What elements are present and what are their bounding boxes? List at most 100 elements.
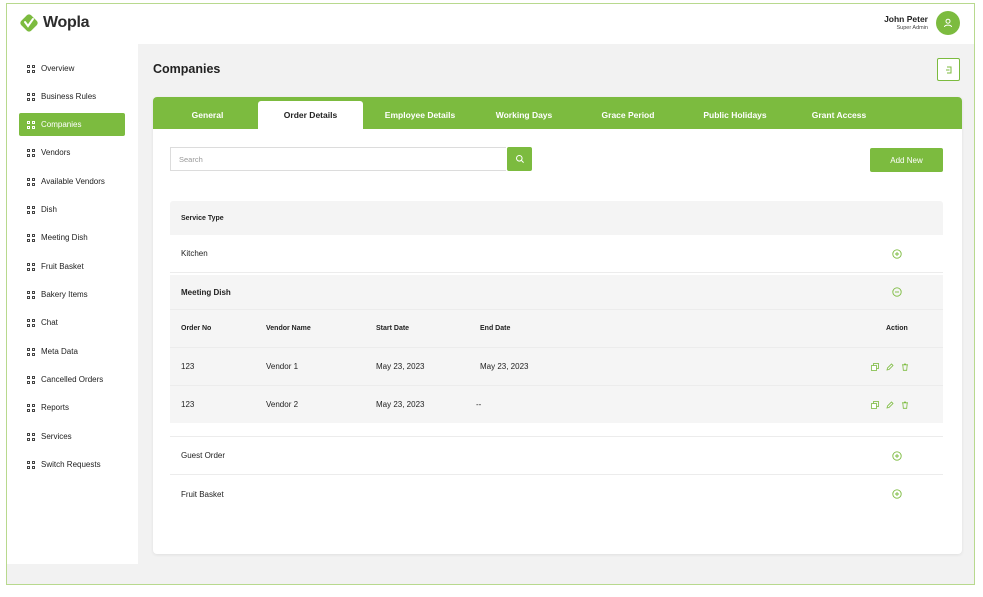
logo-icon	[20, 14, 38, 32]
sidebar-item-services[interactable]: Services	[19, 425, 125, 448]
grid-icon	[27, 233, 35, 242]
sidebar-item-chat[interactable]: Chat	[19, 311, 125, 334]
column-header-start-date: Start Date	[376, 325, 410, 332]
column-header-order-no: Order No	[181, 325, 212, 332]
sidebar: Overview Business Rules Companies Vendor…	[7, 44, 138, 564]
app-window: Wopla John Peter Super Admin Overview Bu…	[6, 3, 975, 585]
sidebar-item-label: Switch Requests	[41, 460, 101, 469]
logout-button[interactable]	[937, 58, 960, 81]
vendor-name: Vendor 1	[266, 362, 299, 371]
edit-icon[interactable]	[886, 400, 894, 409]
sidebar-item-cancelled-orders[interactable]: Cancelled Orders	[19, 368, 125, 391]
expand-icon[interactable]	[892, 450, 902, 461]
expand-icon[interactable]	[892, 489, 902, 499]
sidebar-item-overview[interactable]: Overview	[19, 57, 125, 80]
sidebar-item-companies[interactable]: Companies	[19, 113, 125, 136]
search-input[interactable]: Search	[170, 147, 506, 171]
sidebar-item-label: Bakery Items	[41, 290, 88, 299]
sidebar-item-label: Meta Data	[41, 347, 78, 356]
tab-general[interactable]: General	[165, 101, 250, 129]
sidebar-item-meeting-dish[interactable]: Meeting Dish	[19, 226, 125, 249]
tab-employee-details[interactable]: Employee Details	[367, 101, 473, 129]
tab-working-days[interactable]: Working Days	[477, 101, 571, 129]
logout-icon	[945, 66, 951, 73]
user-icon	[944, 18, 952, 28]
sub-table-row: 123 Vendor 1 May 23, 2023 May 23, 2023	[170, 348, 943, 386]
column-header-end-date: End Date	[480, 325, 511, 332]
sidebar-item-fruit-basket[interactable]: Fruit Basket	[19, 255, 125, 278]
sidebar-item-label: Fruit Basket	[41, 262, 84, 271]
sidebar-item-label: Cancelled Orders	[41, 375, 104, 384]
start-date: May 23, 2023	[376, 400, 425, 409]
tab-order-details[interactable]: Order Details	[258, 101, 363, 129]
grid-icon	[27, 64, 35, 73]
top-bar: Wopla John Peter Super Admin	[7, 4, 974, 44]
delete-icon[interactable]	[901, 401, 909, 409]
sidebar-item-label: Services	[41, 432, 72, 441]
grid-icon	[27, 347, 35, 356]
sidebar-item-label: Available Vendors	[41, 177, 105, 186]
service-name: Fruit Basket	[181, 489, 224, 499]
table-header: Service Type	[170, 201, 943, 235]
sidebar-item-vendors[interactable]: Vendors	[19, 141, 125, 164]
table-row[interactable]: Fruit Basket	[170, 475, 943, 513]
column-header-action: Action	[886, 325, 908, 332]
grid-icon	[27, 290, 35, 299]
delete-icon[interactable]	[901, 363, 909, 371]
grid-icon	[27, 205, 35, 214]
user-role: Super Admin	[896, 24, 929, 31]
tab-grant-access[interactable]: Grant Access	[793, 101, 885, 129]
sidebar-item-dish[interactable]: Dish	[19, 198, 125, 221]
grid-icon	[27, 262, 35, 271]
tab-public-holidays[interactable]: Public Holidays	[683, 101, 787, 129]
tab-bar: General Order Details Employee Details W…	[153, 97, 962, 129]
sidebar-item-label: Chat	[41, 318, 58, 327]
sidebar-item-switch-requests[interactable]: Switch Requests	[19, 453, 125, 476]
order-no: 123	[181, 400, 195, 409]
sidebar-item-label: Meeting Dish	[41, 233, 88, 242]
logo-text: Wopla	[43, 14, 90, 31]
grid-icon	[27, 432, 35, 441]
user-menu[interactable]: John Peter Super Admin	[884, 11, 960, 35]
sidebar-item-bakery-items[interactable]: Bakery Items	[19, 283, 125, 306]
sidebar-item-label: Reports	[41, 403, 70, 412]
service-name: Kitchen	[181, 249, 208, 258]
grid-icon	[27, 120, 35, 129]
sidebar-item-label: Overview	[41, 64, 75, 73]
copy-icon[interactable]	[871, 362, 879, 371]
sidebar-item-label: Companies	[41, 120, 82, 129]
grid-icon	[27, 318, 35, 327]
user-name: John Peter	[884, 14, 928, 25]
table-row-expanded[interactable]: Meeting Dish	[170, 275, 943, 310]
logo[interactable]: Wopla	[19, 13, 90, 33]
search-button[interactable]	[507, 147, 532, 171]
vendor-name: Vendor 2	[266, 400, 299, 409]
add-new-button[interactable]: Add New	[870, 148, 943, 172]
sidebar-item-reports[interactable]: Reports	[19, 396, 125, 419]
table-row[interactable]: Kitchen	[170, 235, 943, 273]
collapse-icon[interactable]	[892, 287, 902, 297]
grid-icon	[27, 403, 35, 412]
grid-icon	[27, 148, 35, 157]
edit-icon[interactable]	[886, 362, 894, 371]
table-row[interactable]: Guest Order	[170, 436, 943, 475]
service-name: Meeting Dish	[181, 287, 231, 297]
grid-icon	[27, 460, 35, 469]
start-date: May 23, 2023	[376, 362, 425, 371]
grid-icon	[27, 177, 35, 186]
sidebar-item-meta-data[interactable]: Meta Data	[19, 340, 125, 363]
avatar[interactable]	[936, 11, 960, 35]
copy-icon[interactable]	[871, 400, 879, 409]
sub-table-header: Order No Vendor Name Start Date End Date…	[170, 310, 943, 348]
sidebar-item-business-rules[interactable]: Business Rules	[19, 85, 125, 108]
expand-icon[interactable]	[892, 248, 902, 259]
sidebar-item-available-vendors[interactable]: Available Vendors	[19, 170, 125, 193]
grid-icon	[27, 92, 35, 101]
sidebar-item-label: Business Rules	[41, 92, 97, 101]
column-header-service-type: Service Type	[181, 214, 224, 222]
companies-card: General Order Details Employee Details W…	[153, 97, 962, 554]
end-date: --	[476, 400, 482, 409]
tab-grace-period[interactable]: Grace Period	[581, 101, 675, 129]
search-icon	[515, 155, 524, 163]
grid-icon	[27, 375, 35, 384]
